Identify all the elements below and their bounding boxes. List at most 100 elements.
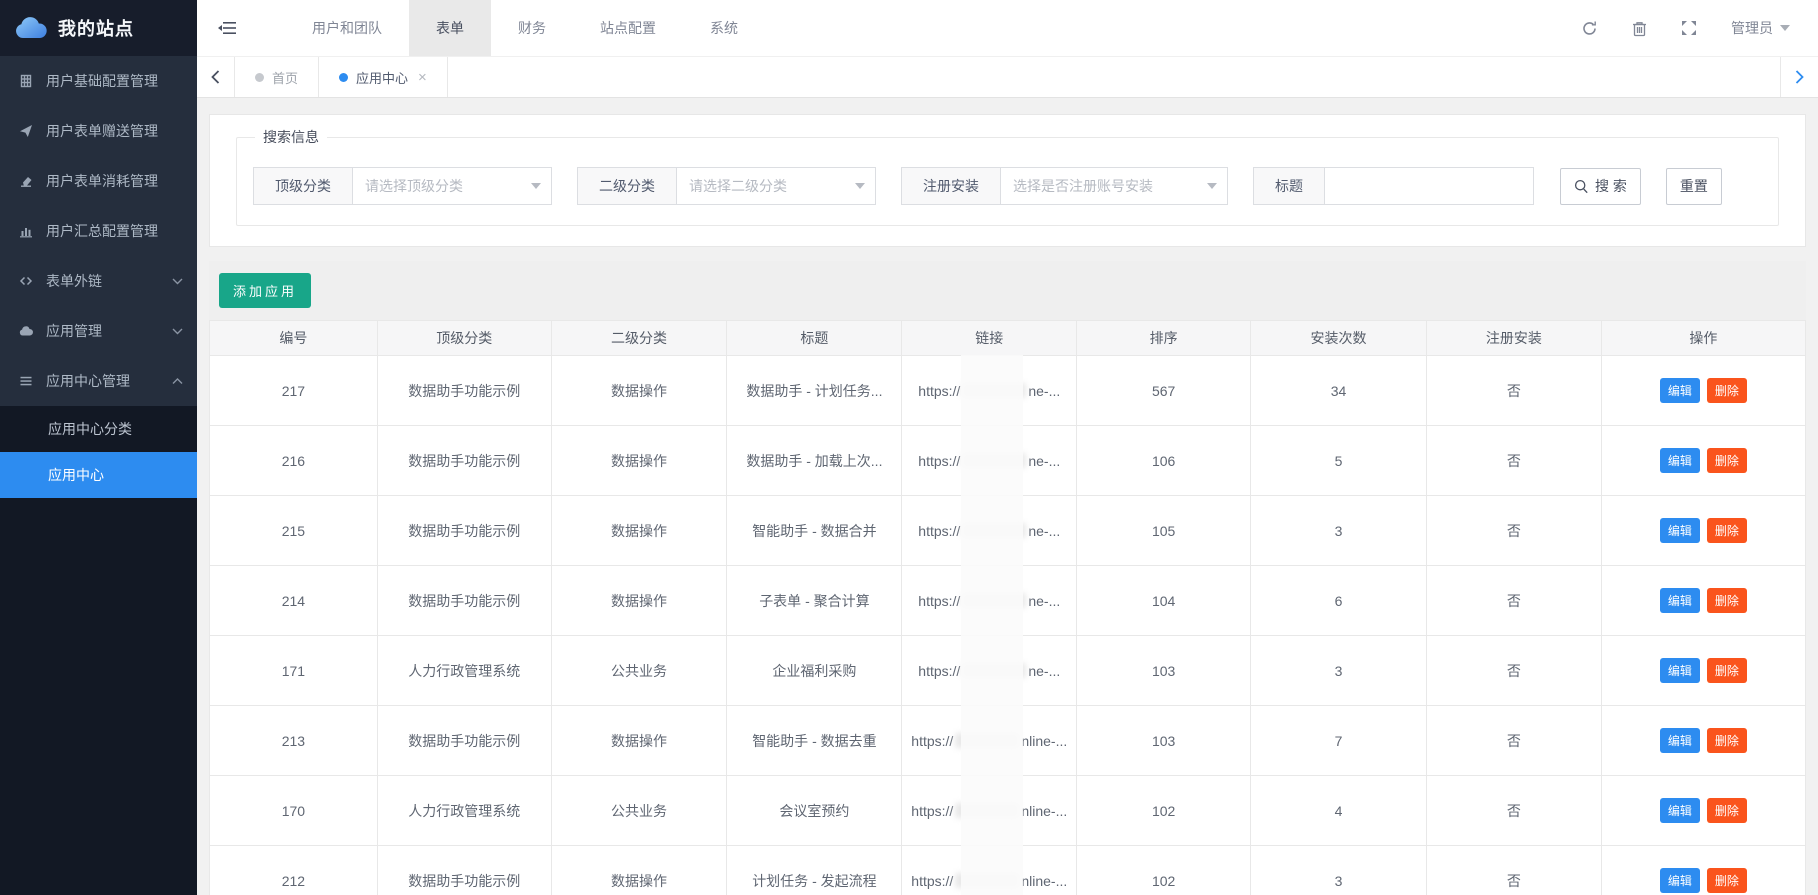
sidebar-item-label: 应用管理 bbox=[46, 321, 160, 341]
cell-link: https://nline-... bbox=[902, 776, 1077, 846]
delete-button[interactable]: 删除 bbox=[1707, 448, 1747, 473]
edit-button[interactable]: 编辑 bbox=[1660, 798, 1700, 823]
filter-register-install: 注册安装 选择是否注册账号安装 bbox=[901, 167, 1228, 205]
cloud-logo-icon bbox=[14, 16, 48, 40]
delete-button[interactable]: 删除 bbox=[1707, 798, 1747, 823]
title-input[interactable] bbox=[1324, 167, 1534, 205]
menu-label: 系统 bbox=[710, 18, 738, 38]
top-menu-finance[interactable]: 财务 bbox=[491, 0, 573, 56]
top-menu-system[interactable]: 系统 bbox=[683, 0, 765, 56]
cell-top-category: 数据助手功能示例 bbox=[377, 566, 551, 636]
sidebar-item-user-base-config[interactable]: 用户基础配置管理 bbox=[0, 56, 197, 106]
cell-registered: 否 bbox=[1426, 776, 1601, 846]
cell-installs: 6 bbox=[1251, 566, 1427, 636]
sidebar-item-label: 应用中心分类 bbox=[48, 419, 132, 439]
tabs-scroll-right-button[interactable] bbox=[1780, 57, 1818, 97]
filter-sub-category: 二级分类 请选择二级分类 bbox=[577, 167, 876, 205]
col-title: 标题 bbox=[727, 321, 902, 356]
cell-sort: 103 bbox=[1077, 706, 1251, 776]
top-menu-site-config[interactable]: 站点配置 bbox=[573, 0, 683, 56]
cell-actions: 编辑删除 bbox=[1601, 636, 1805, 706]
cell-sub-category: 数据操作 bbox=[551, 496, 727, 566]
panel-toolbar: 添加应用 bbox=[209, 261, 1806, 320]
sidebar-item-app-center-category[interactable]: 应用中心分类 bbox=[0, 406, 197, 452]
list-icon bbox=[18, 373, 34, 389]
link-prefix: https:// bbox=[918, 523, 960, 539]
cell-no: 216 bbox=[210, 426, 378, 496]
refresh-icon[interactable] bbox=[1581, 20, 1598, 37]
close-icon[interactable]: × bbox=[418, 69, 427, 86]
user-dropdown[interactable]: 管理员 bbox=[1731, 18, 1790, 38]
select-placeholder: 请选择二级分类 bbox=[689, 176, 787, 196]
link-suffix: nline-... bbox=[1021, 873, 1067, 889]
sidebar-item-app-center-management[interactable]: 应用中心管理 bbox=[0, 356, 197, 406]
search-button-label: 搜 索 bbox=[1595, 176, 1627, 196]
cell-sort: 106 bbox=[1077, 426, 1251, 496]
tab-dot bbox=[339, 73, 348, 82]
tab-app-center[interactable]: 应用中心 × bbox=[319, 57, 448, 97]
trash-icon[interactable] bbox=[1632, 20, 1647, 37]
sidebar-item-label: 应用中心管理 bbox=[46, 371, 160, 391]
edit-button[interactable]: 编辑 bbox=[1660, 588, 1700, 613]
delete-button[interactable]: 删除 bbox=[1707, 868, 1747, 893]
sidebar-item-user-form-gift[interactable]: 用户表单赠送管理 bbox=[0, 106, 197, 156]
delete-button[interactable]: 删除 bbox=[1707, 658, 1747, 683]
sidebar-item-app-management[interactable]: 应用管理 bbox=[0, 306, 197, 356]
reset-button[interactable]: 重置 bbox=[1666, 168, 1722, 205]
link-prefix: https:// bbox=[918, 593, 960, 609]
search-legend: 搜索信息 bbox=[255, 127, 327, 147]
edit-button[interactable]: 编辑 bbox=[1660, 518, 1700, 543]
cell-registered: 否 bbox=[1426, 846, 1601, 895]
sidebar-submenu: 应用中心分类 应用中心 bbox=[0, 406, 197, 895]
cell-top-category: 数据助手功能示例 bbox=[377, 496, 551, 566]
user-name: 管理员 bbox=[1731, 18, 1773, 38]
chevron-up-icon bbox=[172, 378, 183, 385]
top-navbar: 用户和团队 表单 财务 站点配置 系统 管理员 bbox=[197, 0, 1818, 56]
top-menu-users-teams[interactable]: 用户和团队 bbox=[285, 0, 409, 56]
cell-actions: 编辑删除 bbox=[1601, 426, 1805, 496]
tab-home[interactable]: 首页 bbox=[235, 57, 319, 97]
cell-title: 计划任务 - 发起流程 bbox=[727, 846, 902, 895]
edit-button[interactable]: 编辑 bbox=[1660, 448, 1700, 473]
cell-top-category: 数据助手功能示例 bbox=[377, 846, 551, 895]
collapse-menu-icon bbox=[218, 21, 236, 35]
delete-button[interactable]: 删除 bbox=[1707, 728, 1747, 753]
edit-button[interactable]: 编辑 bbox=[1660, 868, 1700, 893]
cell-sub-category: 公共业务 bbox=[551, 636, 727, 706]
delete-button[interactable]: 删除 bbox=[1707, 378, 1747, 403]
table-row: 215 数据助手功能示例 数据操作 智能助手 - 数据合并 https://ne… bbox=[210, 496, 1806, 566]
fullscreen-icon[interactable] bbox=[1681, 20, 1697, 36]
edit-button[interactable]: 编辑 bbox=[1660, 728, 1700, 753]
cell-link: https://ne-... bbox=[902, 636, 1077, 706]
edit-button[interactable]: 编辑 bbox=[1660, 378, 1700, 403]
cell-installs: 3 bbox=[1251, 636, 1427, 706]
sidebar-item-form-external-link[interactable]: 表单外链 bbox=[0, 256, 197, 306]
sidebar-item-app-center[interactable]: 应用中心 bbox=[0, 452, 197, 498]
edit-button[interactable]: 编辑 bbox=[1660, 658, 1700, 683]
top-category-select[interactable]: 请选择顶级分类 bbox=[352, 167, 552, 205]
sub-category-select[interactable]: 请选择二级分类 bbox=[676, 167, 876, 205]
cell-no: 170 bbox=[210, 776, 378, 846]
cell-link: https://nline-... bbox=[902, 846, 1077, 895]
chevron-right-icon bbox=[1795, 70, 1804, 84]
chevron-down-icon bbox=[172, 278, 183, 285]
select-placeholder: 选择是否注册账号安装 bbox=[1013, 176, 1153, 196]
search-button[interactable]: 搜 索 bbox=[1560, 168, 1641, 205]
delete-button[interactable]: 删除 bbox=[1707, 518, 1747, 543]
register-install-select[interactable]: 选择是否注册账号安装 bbox=[1000, 167, 1228, 205]
table-panel: 添加应用 编号 顶级分类 二级分类 标题 链接 排序 bbox=[209, 261, 1806, 895]
sidebar-item-user-summary-config[interactable]: 用户汇总配置管理 bbox=[0, 206, 197, 256]
sidebar-collapse-button[interactable] bbox=[197, 0, 257, 56]
sidebar-item-user-form-consume[interactable]: 用户表单消耗管理 bbox=[0, 156, 197, 206]
cell-sub-category: 数据操作 bbox=[551, 566, 727, 636]
top-menus: 用户和团队 表单 财务 站点配置 系统 bbox=[285, 0, 765, 56]
add-app-button[interactable]: 添加应用 bbox=[219, 273, 311, 308]
cell-installs: 3 bbox=[1251, 496, 1427, 566]
link-prefix: https:// bbox=[918, 663, 960, 679]
tabs-scroll-left-button[interactable] bbox=[197, 57, 235, 97]
delete-button[interactable]: 删除 bbox=[1707, 588, 1747, 613]
top-menu-forms[interactable]: 表单 bbox=[409, 0, 491, 56]
caret-down-icon bbox=[531, 183, 541, 189]
cell-actions: 编辑删除 bbox=[1601, 496, 1805, 566]
brand-logo[interactable]: 我的站点 bbox=[0, 0, 197, 56]
